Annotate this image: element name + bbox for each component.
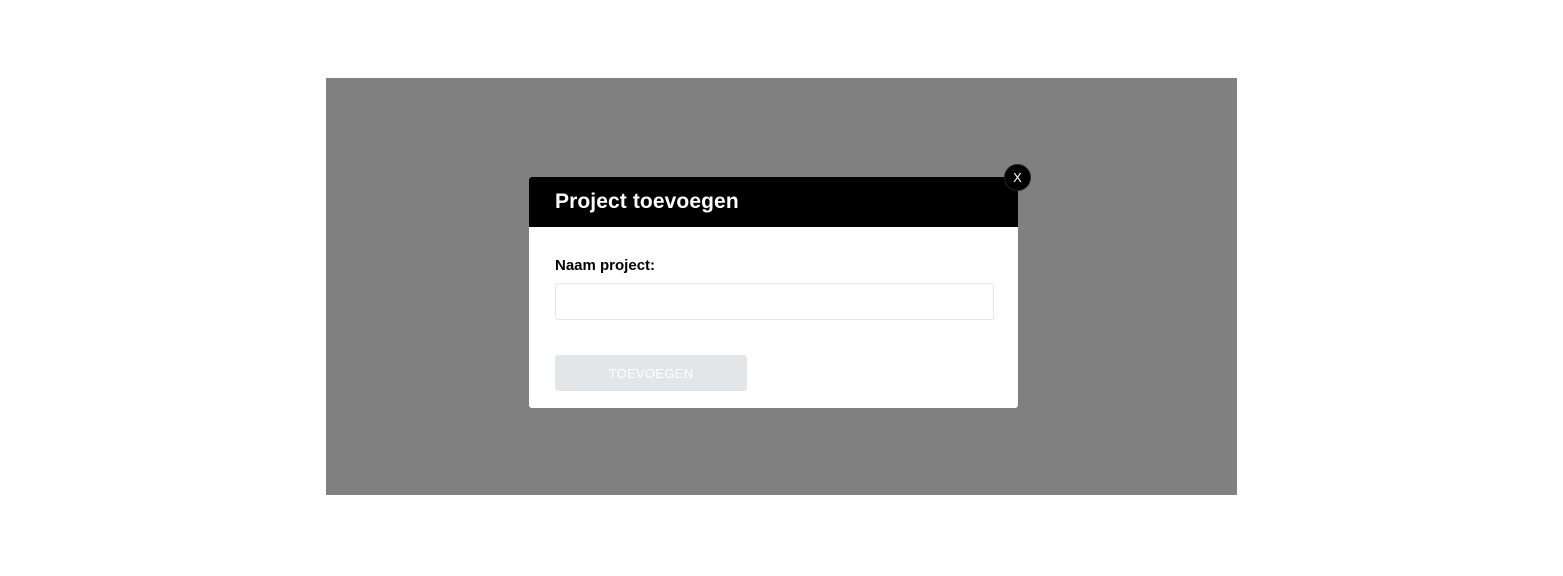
add-project-button[interactable]: TOEVOEGEN bbox=[555, 355, 747, 391]
dialog-body: Naam project: TOEVOEGEN bbox=[529, 227, 1018, 391]
add-project-dialog: Project toevoegen X Naam project: TOEVOE… bbox=[529, 164, 1031, 408]
project-name-input[interactable] bbox=[555, 283, 994, 320]
dialog-title: Project toevoegen bbox=[555, 190, 739, 213]
close-button[interactable]: X bbox=[1004, 164, 1031, 191]
dialog-header: Project toevoegen bbox=[529, 177, 1018, 227]
project-name-label: Naam project: bbox=[555, 257, 656, 274]
